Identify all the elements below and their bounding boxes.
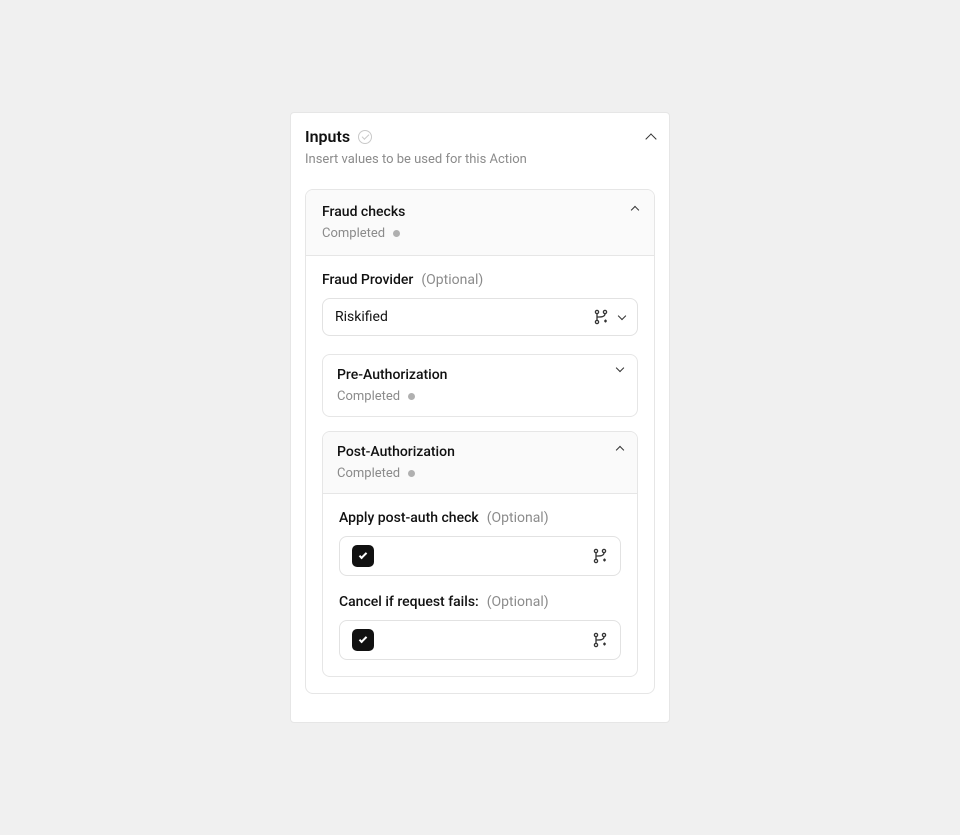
branch-plus-icon[interactable]: [592, 548, 608, 564]
chevron-down-icon: [616, 364, 624, 372]
chevron-up-icon: [631, 206, 639, 214]
chevron-down-icon: [618, 312, 626, 320]
fraud-checks-status: Completed: [322, 226, 405, 241]
panel-header: Inputs: [305, 127, 655, 146]
fraud-provider-label: Fraud Provider: [322, 272, 413, 288]
section-post-authorization: Post-Authorization Completed Apply post-…: [322, 431, 638, 677]
pre-authorization-header[interactable]: Pre-Authorization Completed: [323, 355, 637, 416]
apply-post-auth-label: Apply post-auth check: [339, 510, 479, 526]
cancel-if-fails-label: Cancel if request fails:: [339, 594, 479, 610]
fraud-checks-body: Fraud Provider (Optional) Riskified: [306, 256, 654, 693]
status-dot-icon: [408, 470, 415, 477]
post-authorization-body: Apply post-auth check (Optional): [323, 494, 637, 676]
panel-title: Inputs: [305, 127, 350, 146]
check-icon: [359, 551, 367, 559]
section-fraud-checks-header[interactable]: Fraud checks Completed: [306, 190, 654, 256]
branch-plus-icon[interactable]: [592, 632, 608, 648]
chevron-up-icon: [616, 446, 624, 454]
section-fraud-checks: Fraud checks Completed Fraud Provider (O…: [305, 189, 655, 694]
pre-authorization-status: Completed: [337, 389, 447, 404]
inputs-panel: Inputs Insert values to be used for this…: [290, 112, 670, 723]
checkbox-checked[interactable]: [352, 545, 374, 567]
apply-post-auth-label-row: Apply post-auth check (Optional): [339, 510, 621, 526]
status-dot-icon: [408, 393, 415, 400]
fraud-provider-select[interactable]: Riskified: [322, 298, 638, 336]
post-authorization-header[interactable]: Post-Authorization Completed: [323, 432, 637, 494]
panel-title-wrap: Inputs: [305, 127, 372, 146]
panel-subtitle: Insert values to be used for this Action: [305, 152, 655, 167]
field-apply-post-auth-check: Apply post-auth check (Optional): [339, 510, 621, 576]
post-authorization-title: Post-Authorization: [337, 444, 455, 460]
apply-post-auth-input[interactable]: [339, 536, 621, 576]
cancel-if-fails-label-row: Cancel if request fails: (Optional): [339, 594, 621, 610]
field-fraud-provider: Fraud Provider (Optional) Riskified: [322, 272, 638, 336]
cancel-if-fails-input[interactable]: [339, 620, 621, 660]
panel-collapse-toggle[interactable]: [645, 133, 656, 144]
fraud-provider-label-row: Fraud Provider (Optional): [322, 272, 638, 288]
checkbox-checked[interactable]: [352, 629, 374, 651]
check-circle-icon: [358, 130, 372, 144]
post-authorization-status: Completed: [337, 466, 455, 481]
status-dot-icon: [393, 230, 400, 237]
check-icon: [359, 635, 367, 643]
optional-label: (Optional): [487, 510, 549, 526]
field-cancel-if-request-fails: Cancel if request fails: (Optional): [339, 594, 621, 660]
fraud-provider-value: Riskified: [335, 309, 388, 325]
fraud-checks-title: Fraud checks: [322, 204, 405, 220]
branch-plus-icon[interactable]: [593, 309, 609, 325]
pre-authorization-title: Pre-Authorization: [337, 367, 447, 383]
section-pre-authorization: Pre-Authorization Completed: [322, 354, 638, 417]
optional-label: (Optional): [487, 594, 549, 610]
optional-label: (Optional): [421, 272, 483, 288]
